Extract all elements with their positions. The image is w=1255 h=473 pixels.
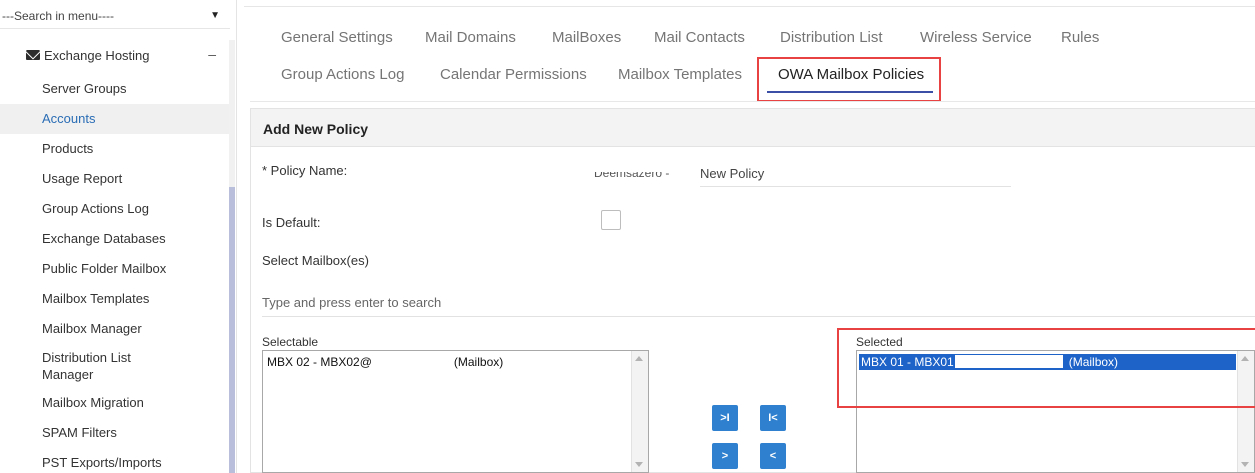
sidebar-item-pst-exports-imports[interactable]: PST Exports/Imports	[0, 448, 230, 473]
sidebar-item-mailbox-manager[interactable]: Mailbox Manager	[0, 314, 230, 344]
list-item[interactable]: MBX 02 - MBX02@ (Mailbox)	[265, 354, 630, 370]
scroll-down-icon[interactable]	[1241, 462, 1249, 467]
sidebar-item-label: Distribution List Manager	[42, 350, 131, 382]
sidebar-item-mailbox-migration[interactable]: Mailbox Migration	[0, 388, 230, 418]
tab-group-actions-log[interactable]: Group Actions Log	[281, 66, 404, 83]
tab-mail-contacts[interactable]: Mail Contacts	[654, 29, 745, 46]
panel-title: Add New Policy	[263, 121, 369, 137]
sidebar-item-exchange-databases[interactable]: Exchange Databases	[0, 224, 230, 254]
selectable-scrollbar[interactable]	[631, 351, 648, 472]
panel-header: Add New Policy	[251, 109, 1255, 147]
sidebar: ---Search in menu---- ▼ Exchange Hosting…	[0, 0, 237, 473]
mailbox-name: MBX 02 - MBX02@	[267, 355, 372, 369]
move-left-button[interactable]: <	[760, 443, 786, 469]
sidebar-nav-list: Server Groups Accounts Products Usage Re…	[0, 74, 230, 473]
is-default-checkbox[interactable]	[601, 210, 621, 230]
mailbox-type: (Mailbox)	[453, 355, 504, 369]
move-all-right-button[interactable]: >I	[712, 405, 738, 431]
policy-name-input[interactable]: New Policy	[700, 166, 764, 181]
move-all-left-button[interactable]: I<	[760, 405, 786, 431]
sidebar-item-accounts[interactable]: Accounts	[0, 104, 230, 134]
tabs-divider	[250, 101, 1255, 102]
sidebar-section-exchange-hosting[interactable]: Exchange Hosting –	[0, 43, 230, 69]
mail-icon	[26, 50, 40, 60]
sidebar-item-distribution-list-manager[interactable]: Distribution List Manager	[0, 344, 230, 388]
top-divider	[244, 6, 1255, 7]
tab-distribution-list[interactable]: Distribution List	[780, 29, 883, 46]
move-right-button[interactable]: >	[712, 443, 738, 469]
mailbox-search-underline	[262, 316, 1255, 317]
scroll-down-icon[interactable]	[635, 462, 643, 467]
mailbox-search-input[interactable]: Type and press enter to search	[262, 295, 441, 310]
sidebar-item-spam-filters[interactable]: SPAM Filters	[0, 418, 230, 448]
sidebar-item-server-groups[interactable]: Server Groups	[0, 74, 230, 104]
dropdown-caret-icon: ▼	[210, 10, 220, 21]
selectable-label: Selectable	[262, 335, 319, 349]
menu-search-label: ---Search in menu----	[2, 9, 115, 23]
policy-name-label: * Policy Name:	[262, 163, 348, 178]
tab-mailbox-templates[interactable]: Mailbox Templates	[618, 66, 742, 83]
sidebar-item-group-actions-log[interactable]: Group Actions Log	[0, 194, 230, 224]
scroll-up-icon[interactable]	[635, 356, 643, 361]
tab-mailboxes[interactable]: MailBoxes	[552, 29, 621, 46]
highlight-box-owa-tab	[757, 57, 941, 102]
policy-name-input-underline	[700, 186, 1011, 187]
sidebar-item-usage-report[interactable]: Usage Report	[0, 164, 230, 194]
selectable-listbox[interactable]: MBX 02 - MBX02@ (Mailbox)	[262, 350, 649, 473]
menu-search-select[interactable]: ---Search in menu---- ▼	[0, 5, 230, 29]
select-mailboxes-label: Select Mailbox(es)	[262, 253, 369, 268]
tab-general-settings[interactable]: General Settings	[281, 29, 393, 46]
tab-rules[interactable]: Rules	[1061, 29, 1099, 46]
tab-mail-domains[interactable]: Mail Domains	[425, 29, 516, 46]
sidebar-item-public-folder-mailbox[interactable]: Public Folder Mailbox	[0, 254, 230, 284]
is-default-label: Is Default:	[262, 215, 321, 230]
collapse-icon[interactable]: –	[208, 46, 216, 62]
sidebar-item-mailbox-templates[interactable]: Mailbox Templates	[0, 284, 230, 314]
sidebar-section-label: Exchange Hosting	[44, 48, 150, 63]
tab-calendar-permissions[interactable]: Calendar Permissions	[440, 66, 587, 83]
tab-wireless-service[interactable]: Wireless Service	[920, 29, 1032, 46]
highlight-box-selected	[837, 328, 1255, 408]
sidebar-scrollbar-thumb[interactable]	[229, 187, 235, 473]
sidebar-item-products[interactable]: Products	[0, 134, 230, 164]
